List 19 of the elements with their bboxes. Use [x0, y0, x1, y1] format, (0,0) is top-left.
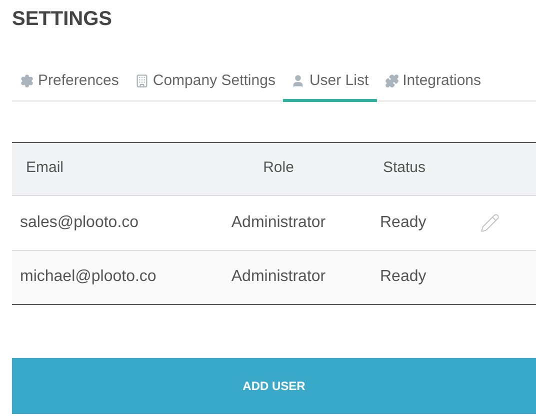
table-cell-text: sales@plooto.co	[20, 212, 139, 232]
puzzle-icon	[384, 74, 399, 88]
tab[interactable]: User List	[283, 70, 377, 102]
table-cell-text: Ready	[380, 212, 426, 232]
table-cell-text: Ready	[380, 267, 426, 287]
page-title: SETTINGS	[12, 8, 112, 30]
table-cell-text: Administrator	[231, 267, 326, 287]
table-cell-text: michael@plooto.co	[20, 267, 156, 287]
tab[interactable]: Integrations	[376, 70, 490, 102]
tab[interactable]: Preferences	[12, 70, 127, 102]
table-cell-text: Administrator	[231, 212, 326, 232]
column-header: Role	[263, 158, 294, 178]
gear-icon	[20, 74, 34, 88]
edit-icon[interactable]	[480, 212, 500, 232]
user-icon	[291, 74, 306, 88]
building-icon	[134, 74, 149, 88]
tab[interactable]: Company Settings	[126, 70, 284, 102]
column-header: Email	[26, 158, 64, 178]
column-header: Status	[383, 158, 426, 178]
